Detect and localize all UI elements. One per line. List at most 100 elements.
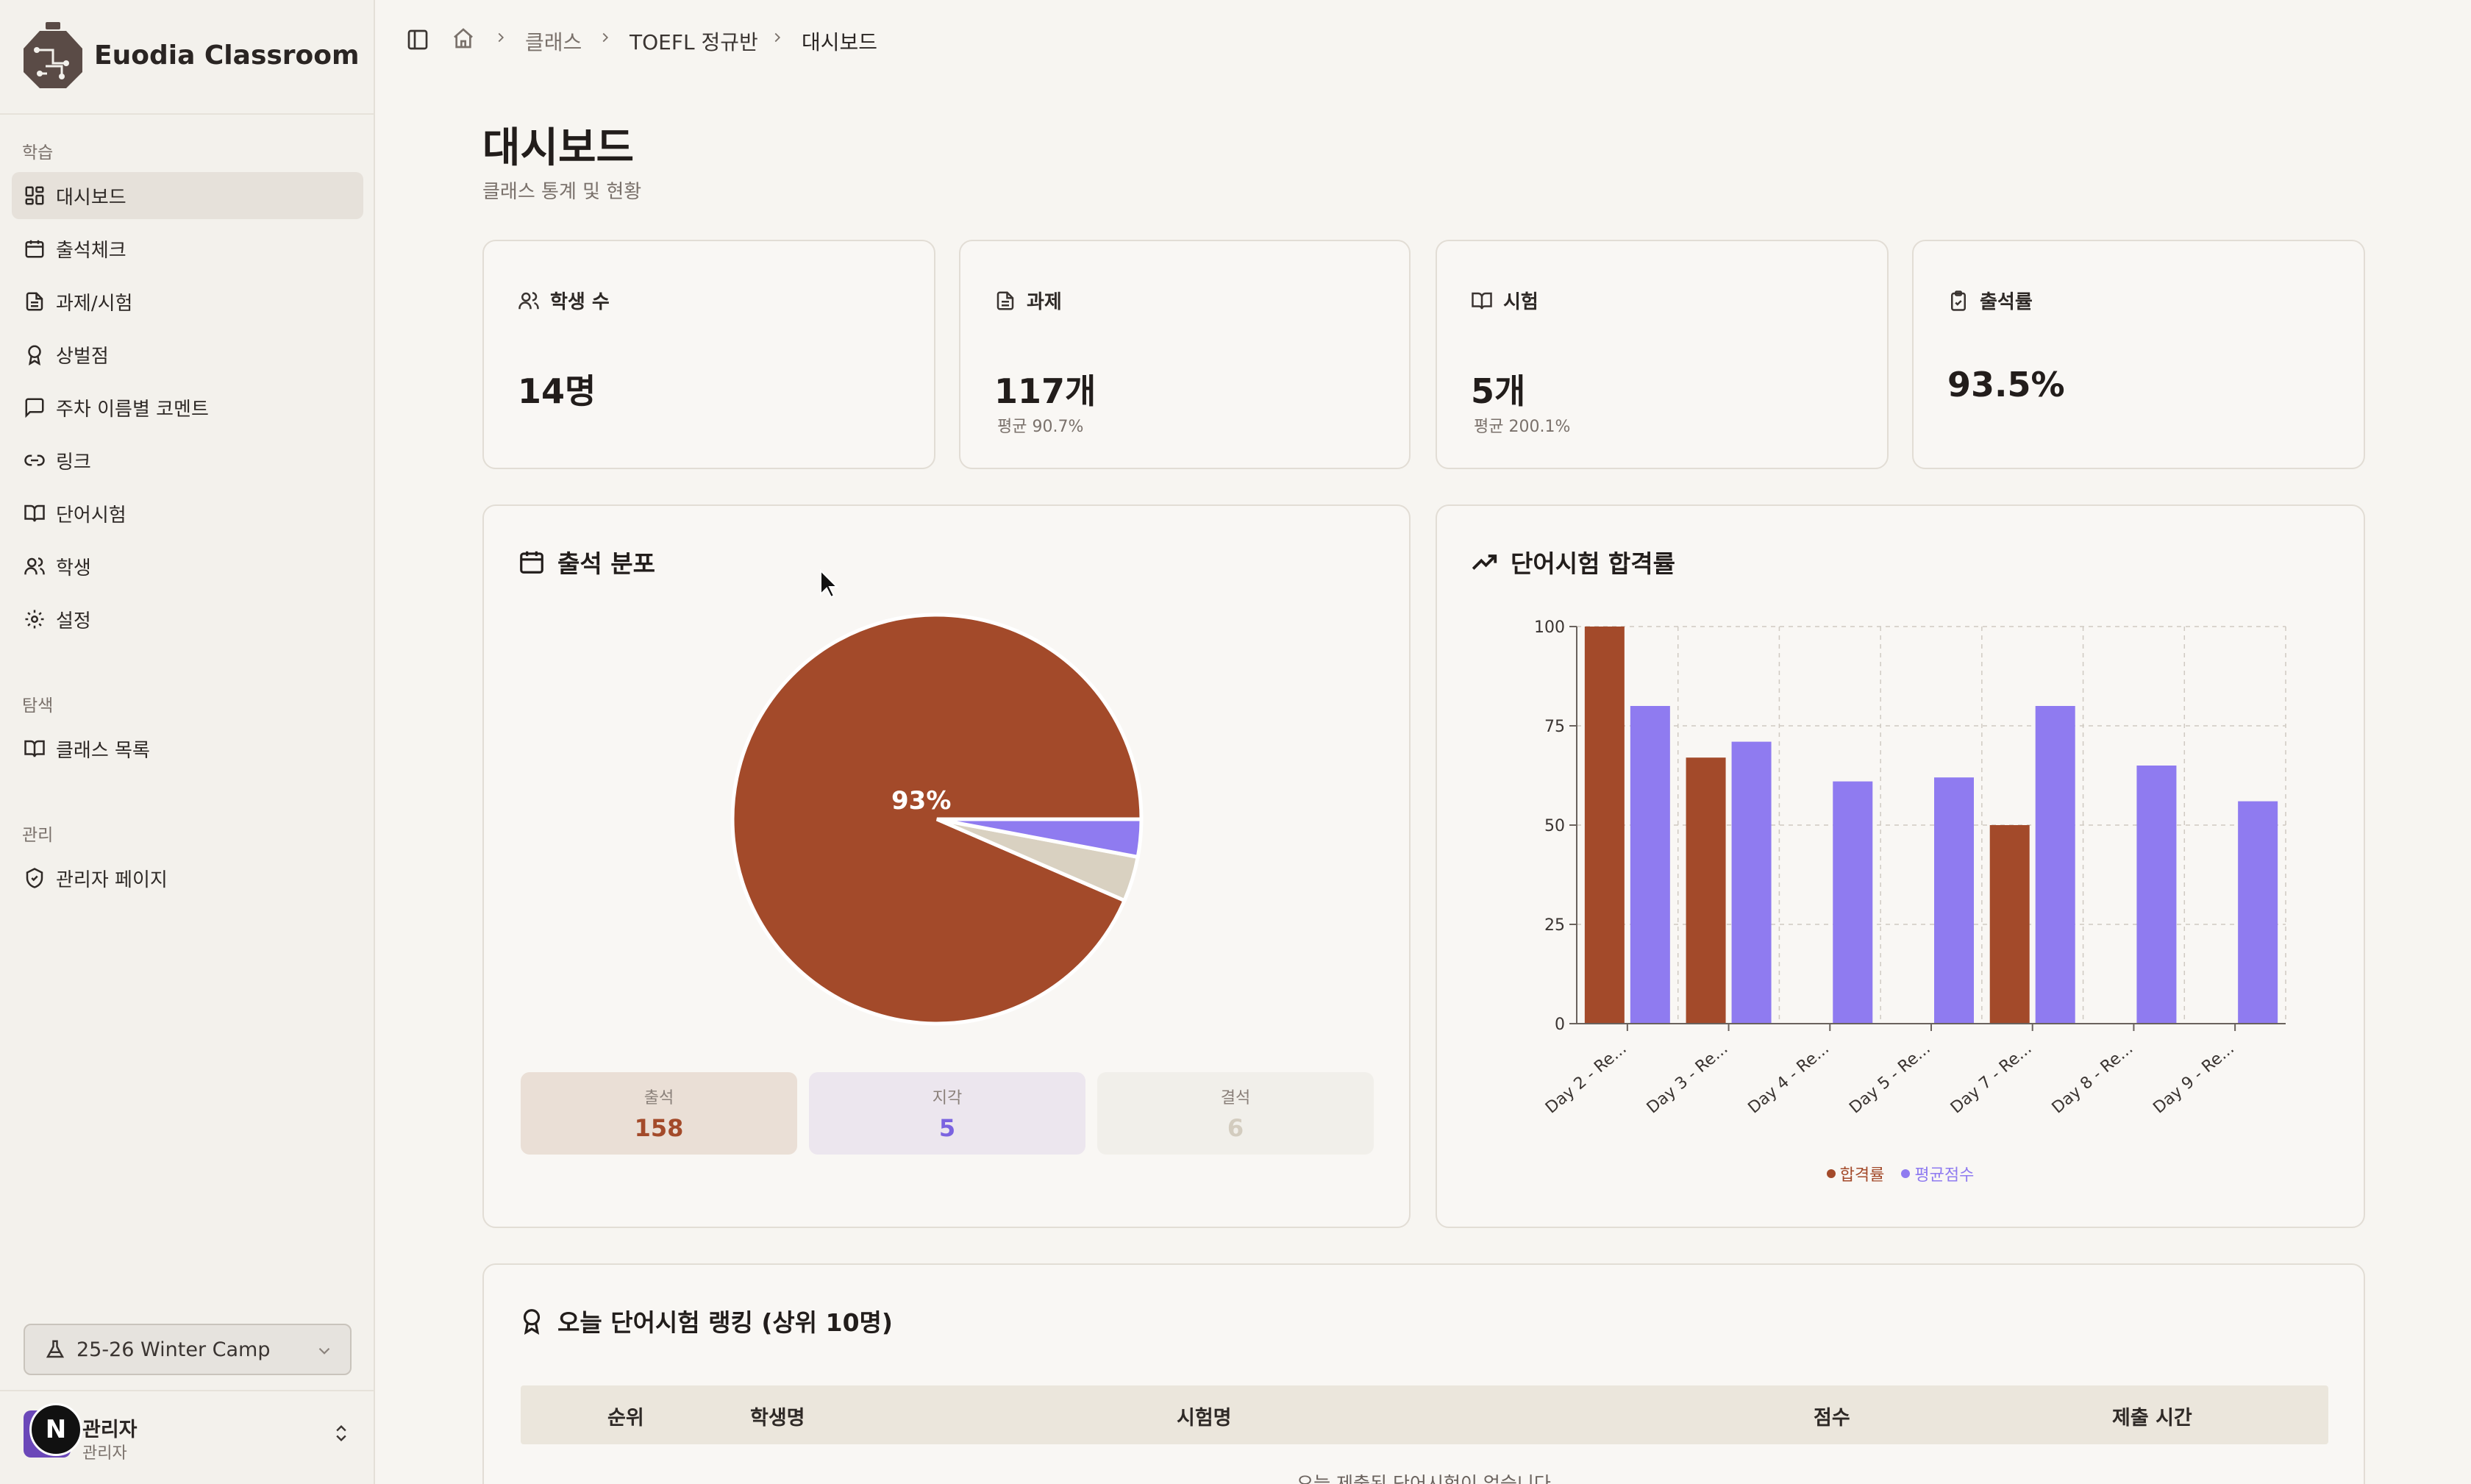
attendance-panel: 출석 분포 93% 출석 158 지각 5 결석 6: [482, 504, 1411, 1228]
sidebar-item-students[interactable]: 학생: [12, 543, 363, 590]
sidebar-item-label: 클래스 목록: [56, 739, 150, 762]
brand-name: Euodia Classroom: [94, 40, 360, 71]
bar-avg-score[interactable]: [1731, 741, 1772, 1024]
topbar: 클래스 TOEFL 정규반 대시보드: [375, 0, 2471, 76]
sidebar-item-admin[interactable]: 관리자 페이지: [12, 855, 363, 902]
y-tick-label: 0: [1555, 1016, 1565, 1034]
legend-label: 평균점수: [1914, 1166, 1975, 1185]
award-icon: [523, 1309, 541, 1335]
dashboard-icon: [25, 186, 44, 205]
x-tick-label: Day 5 - Re...: [1846, 1039, 1934, 1117]
bar-avg-score[interactable]: [1934, 777, 1974, 1024]
att-value: 158: [634, 1114, 684, 1142]
divider: [0, 1390, 374, 1391]
user-name: 관리자: [82, 1419, 138, 1441]
flask-icon: [46, 1340, 65, 1358]
attendance-late-box: 지각 5: [809, 1072, 1085, 1155]
att-label: 결석: [1220, 1089, 1251, 1107]
pie-label-present: 93%: [891, 786, 951, 816]
shield-icon: [26, 868, 43, 888]
stat-note: 평균 90.7%: [997, 418, 1084, 436]
sidebar-item-label: 상벌점: [56, 345, 109, 368]
sidebar-item-comments[interactable]: 주차 이름별 코멘트: [12, 384, 363, 431]
att-value: 6: [1227, 1114, 1244, 1142]
user-role: 관리자: [82, 1444, 127, 1463]
x-tick-label: Day 3 - Re...: [1644, 1039, 1732, 1117]
stat-card-exams: 시험 5개 평균 200.1%: [1436, 240, 1889, 469]
breadcrumb-classes[interactable]: 클래스: [525, 26, 582, 56]
book-icon: [1472, 292, 1492, 309]
sidebar-item-label: 주차 이름별 코멘트: [56, 398, 209, 421]
sidebar-item-label: 학생: [56, 557, 91, 579]
bar-avg-score[interactable]: [2238, 801, 2278, 1024]
book-icon: [24, 504, 45, 522]
sidebar: Euodia Classroom 학습 대시보드 출석체크 과제/시험 상벌점 …: [0, 0, 375, 1484]
sidebar-item-links[interactable]: 링크: [12, 437, 363, 484]
stat-card-students: 학생 수 14명: [482, 240, 935, 469]
sidebar-item-attendance[interactable]: 출석체크: [12, 225, 363, 272]
logo-icon: [24, 22, 82, 88]
att-label: 출석: [643, 1089, 674, 1107]
sidebar-item-dashboard[interactable]: 대시보드: [12, 172, 363, 219]
stat-note: 평균 200.1%: [1474, 418, 1571, 436]
n-badge[interactable]: N: [29, 1403, 82, 1456]
bar-avg-score[interactable]: [1630, 706, 1670, 1024]
att-label: 지각: [932, 1089, 963, 1107]
sidebar-item-vocab[interactable]: 단어시험: [12, 490, 363, 537]
column-header: 학생명: [750, 1407, 805, 1430]
stat-value: 93.5%: [1947, 365, 2065, 404]
message-icon: [25, 398, 44, 418]
sidebar-item-assignments[interactable]: 과제/시험: [12, 278, 363, 325]
column-header: 점수: [1814, 1407, 1850, 1430]
stat-value: 14명: [518, 371, 596, 411]
x-tick-label: Day 9 - Re...: [2150, 1039, 2238, 1117]
bar-pass-rate[interactable]: [1989, 825, 2030, 1024]
stat-label: 출석률: [1980, 291, 2033, 313]
bar-pass-rate[interactable]: [1584, 627, 1625, 1024]
empty-state: 오늘 제출된 단어시험이 없습니다: [1297, 1473, 1551, 1484]
sidebar-item-label: 설정: [56, 610, 91, 632]
sidebar-item-points[interactable]: 상벌점: [12, 331, 363, 378]
bar-avg-score[interactable]: [2035, 706, 2075, 1024]
brand[interactable]: Euodia Classroom: [24, 22, 360, 88]
bar-avg-score[interactable]: [2136, 766, 2177, 1024]
breadcrumb-class[interactable]: TOEFL 정규반: [630, 26, 758, 56]
document-icon: [996, 291, 1014, 310]
document-icon: [26, 292, 43, 311]
sidebar-item-label: 과제/시험: [56, 292, 133, 315]
group-label-study: 학습: [22, 143, 54, 163]
chevron-down-icon: [318, 1347, 330, 1355]
y-tick-label: 100: [1534, 618, 1565, 637]
attendance-pie: 93%: [730, 613, 1144, 1026]
chevrons-up-down-icon: [336, 1425, 346, 1441]
stat-value: 117개: [994, 371, 1097, 411]
panel-title: 출석 분포: [557, 549, 655, 578]
sidebar-item-class-list[interactable]: 클래스 목록: [12, 725, 363, 772]
column-header: 순위: [607, 1407, 644, 1430]
camp-select[interactable]: 25-26 Winter Camp: [24, 1324, 352, 1375]
column-header: 제출 시간: [2112, 1407, 2192, 1430]
x-tick-label: Day 4 - Re...: [1745, 1039, 1833, 1117]
home-icon[interactable]: [452, 26, 475, 50]
bar-pass-rate[interactable]: [1686, 757, 1726, 1024]
attendance-absent-box: 결석 6: [1097, 1072, 1374, 1155]
column-header: 시험명: [1177, 1407, 1232, 1430]
panel-title: 단어시험 합격률: [1511, 549, 1676, 578]
divider: [0, 113, 374, 115]
sidebar-item-label: 출석체크: [56, 239, 126, 262]
x-tick-label: Day 2 - Re...: [1542, 1039, 1630, 1117]
user-menu[interactable]: N 관리자 관리자: [24, 1403, 354, 1463]
sidebar-item-settings[interactable]: 설정: [12, 596, 363, 643]
bar-avg-score[interactable]: [1833, 781, 1873, 1024]
vocab-bar-chart: 0255075100Day 2 - Re... Day 3 - Re... Day …: [1534, 618, 2286, 1117]
y-tick-label: 75: [1544, 718, 1565, 736]
award-icon: [28, 345, 41, 365]
legend-label: 합격률: [1839, 1166, 1885, 1185]
users-icon: [518, 291, 539, 309]
legend-item: 평균점수: [1901, 1162, 1974, 1185]
panel-title: 오늘 단어시험 랭킹 (상위 10명): [557, 1308, 894, 1337]
gear-icon: [25, 610, 44, 629]
sidebar-toggle-icon[interactable]: [406, 28, 429, 51]
breadcrumb-current: 대시보드: [802, 30, 878, 54]
group-label-explore: 탐색: [22, 696, 54, 716]
